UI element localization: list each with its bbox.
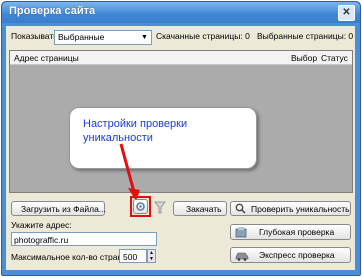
deep-check-icon bbox=[235, 227, 247, 238]
filter-icon bbox=[154, 201, 166, 214]
max-pages-spinner[interactable]: ▲ ▼ bbox=[147, 249, 156, 263]
address-input[interactable]: photograffic.ru bbox=[11, 232, 157, 246]
deep-check-button[interactable]: Глубокая проверка bbox=[230, 224, 351, 240]
express-check-label: Экспресс проверка bbox=[259, 250, 335, 260]
deep-check-label: Глубокая проверка bbox=[259, 227, 335, 237]
load-from-file-button[interactable]: Загрузить из Файла... bbox=[11, 201, 106, 216]
max-pages-label: Максимальное кол-во страниц: bbox=[11, 252, 135, 262]
filter-button[interactable] bbox=[154, 201, 166, 214]
title-bar: Проверка сайта ✕ bbox=[2, 2, 360, 23]
settings-icon bbox=[136, 202, 145, 211]
settings-button[interactable] bbox=[133, 199, 148, 214]
express-check-button[interactable]: Экспресс проверка bbox=[230, 247, 351, 263]
address-value: photograffic.ru bbox=[14, 235, 69, 245]
load-from-file-label: Загрузить из Файла... bbox=[21, 204, 106, 214]
car-icon bbox=[235, 252, 249, 261]
close-icon: ✕ bbox=[342, 7, 351, 18]
check-uniqueness-button[interactable]: Проверить уникальность bbox=[230, 201, 351, 216]
download-button[interactable]: Закачать bbox=[173, 201, 227, 216]
client-area: Показывать: Выбранные ▼ Скачанные страни… bbox=[6, 26, 355, 270]
window-title: Проверка сайта bbox=[9, 5, 96, 17]
check-uniqueness-label: Проверить уникальность bbox=[251, 204, 350, 214]
close-button[interactable]: ✕ bbox=[338, 5, 355, 21]
max-pages-value: 500 bbox=[123, 252, 138, 262]
address-label: Укажите адрес: bbox=[11, 220, 72, 230]
magnifier-icon bbox=[235, 203, 246, 214]
download-label: Закачать bbox=[186, 204, 222, 214]
check-site-window: Проверка сайта ✕ Показывать: Выбранные ▼… bbox=[1, 1, 361, 276]
max-pages-input[interactable]: 500 bbox=[119, 249, 147, 263]
